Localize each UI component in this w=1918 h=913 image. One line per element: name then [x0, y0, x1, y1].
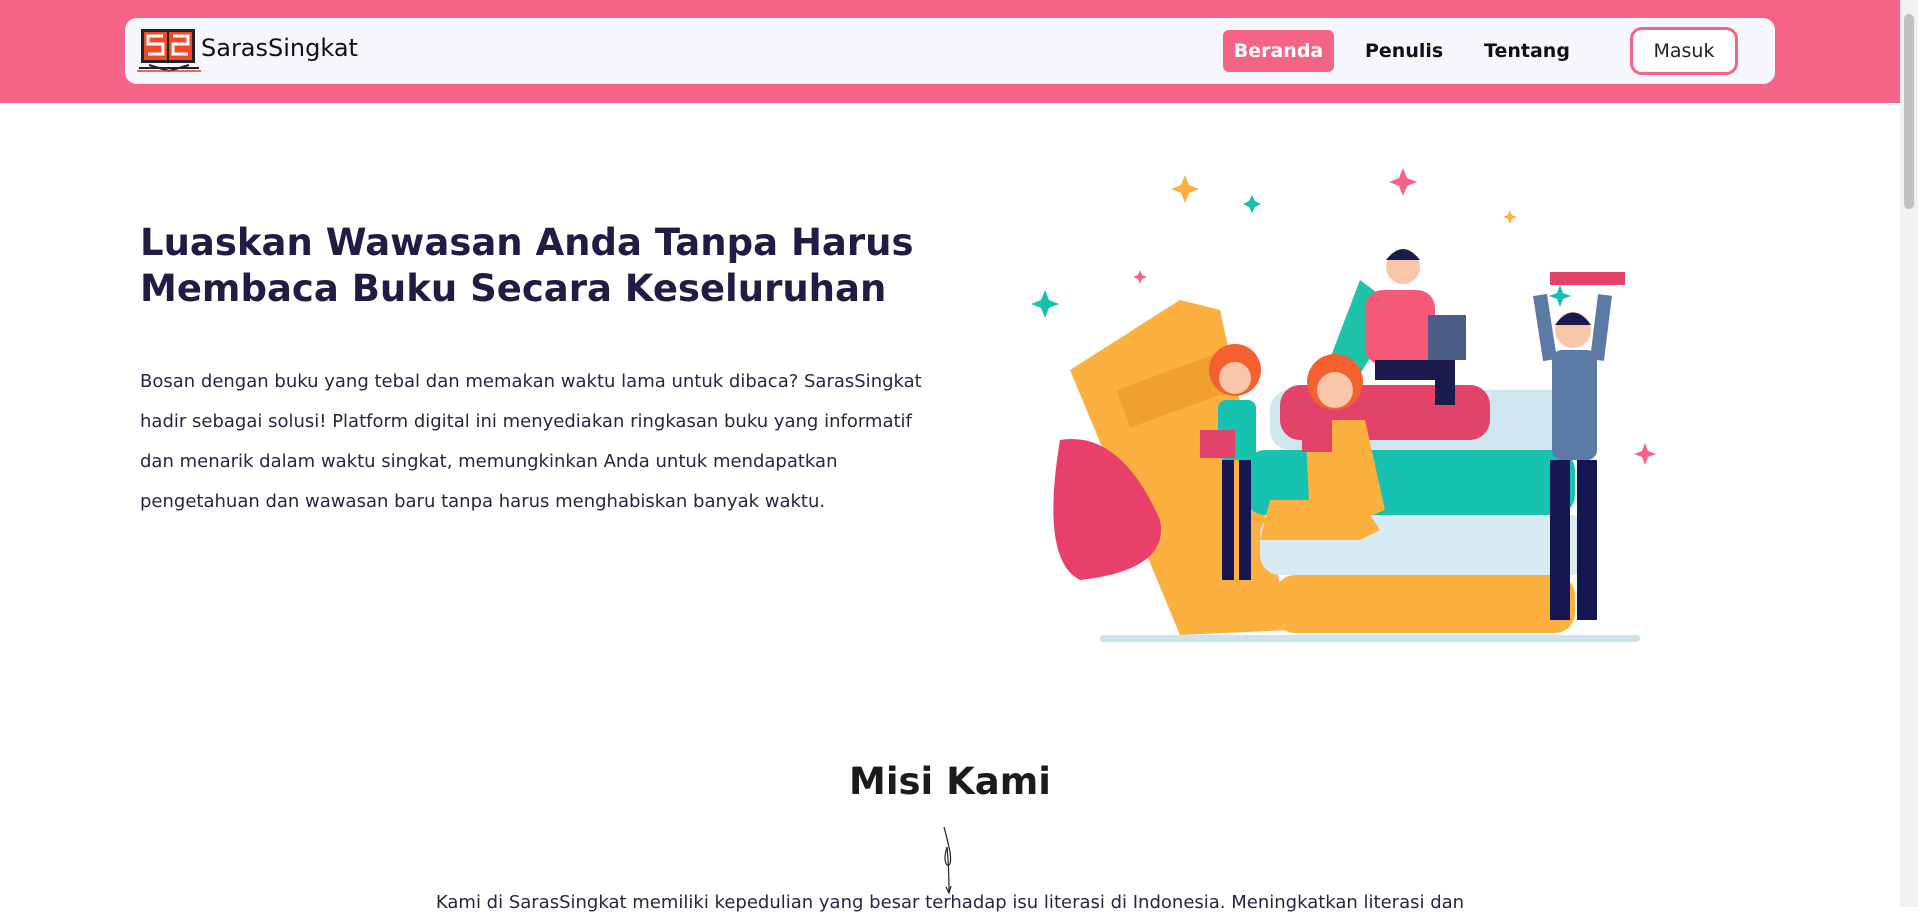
scrollbar[interactable]: [1900, 0, 1918, 907]
nav-penulis[interactable]: Penulis: [1365, 30, 1443, 72]
scrollbar-thumb[interactable]: [1904, 14, 1914, 209]
mission-title: Misi Kami: [849, 760, 1051, 803]
logo-icon[interactable]: [137, 26, 201, 76]
hero-title: Luaskan Wawasan Anda Tanpa Harus Membaca…: [140, 221, 914, 310]
login-button[interactable]: Masuk: [1630, 27, 1738, 75]
arrow-down-icon: [943, 826, 952, 895]
mission-text: Kami di SarasSingkat memiliki kepedulian…: [435, 892, 1465, 913]
hero-description: Bosan dengan buku yang tebal dan memakan…: [140, 371, 922, 512]
brand-name[interactable]: SarasSingkat: [201, 34, 358, 62]
reading-illustration: [1031, 168, 1656, 642]
navbar: SarasSingkat Beranda Penulis Tentang Mas…: [125, 18, 1775, 84]
nav-tentang[interactable]: Tentang: [1482, 30, 1572, 72]
nav-beranda[interactable]: Beranda: [1223, 30, 1334, 72]
